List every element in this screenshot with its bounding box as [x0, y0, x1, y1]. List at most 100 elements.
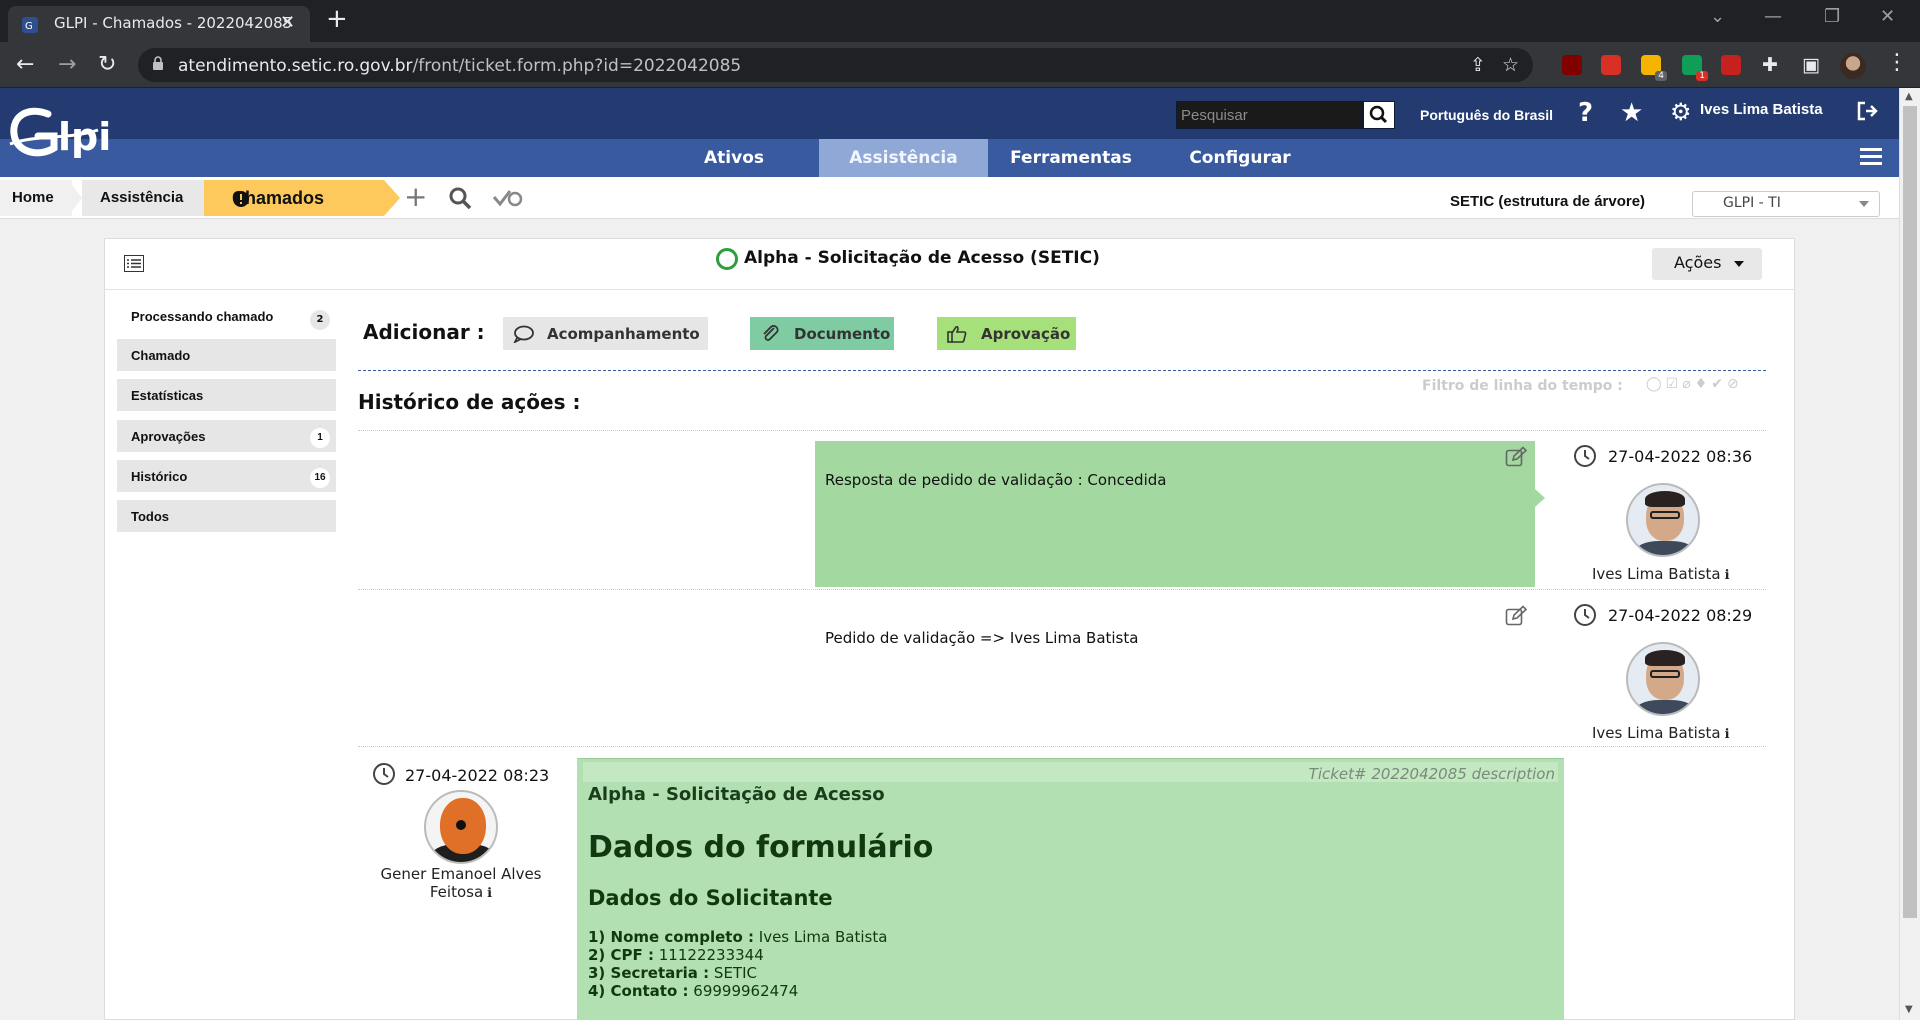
ublock-icon[interactable] — [1562, 55, 1582, 75]
clock-icon — [1574, 604, 1596, 626]
tab-close-icon[interactable]: ✕ — [280, 12, 295, 33]
filter-document-icon[interactable]: ⌀ — [1682, 376, 1694, 392]
help-icon[interactable]: ? — [1578, 98, 1593, 128]
timeline-filter-label: Filtro de linha do tempo : — [1422, 378, 1623, 394]
reload-icon[interactable]: ↻ — [98, 52, 116, 77]
sidebar-tab-aprovacoes[interactable]: Aprovações 1 — [117, 420, 336, 456]
minimize-icon[interactable]: — — [1764, 6, 1782, 27]
back-icon[interactable]: ← — [16, 52, 34, 77]
mindmap-icon[interactable]: 1 — [1682, 55, 1708, 81]
avatar[interactable] — [1626, 483, 1700, 557]
thumbs-up-icon — [947, 325, 967, 343]
avatar[interactable] — [424, 790, 498, 864]
add-followup-button[interactable]: Acompanhamento — [503, 317, 708, 350]
menu-ferramentas[interactable]: Ferramentas — [998, 139, 1144, 177]
scroll-up-icon[interactable]: ▲ — [1905, 91, 1913, 102]
form-field-line: 3) Secretaria : SETIC — [588, 964, 757, 982]
close-window-icon[interactable]: ✕ — [1880, 6, 1895, 27]
user-name-link[interactable]: Ives Lima Batista — [1700, 101, 1823, 118]
side-panel-icon[interactable]: ▣ — [1802, 54, 1820, 76]
description-subject: Alpha - Solicitação de Acesso — [588, 784, 885, 805]
search-button[interactable] — [1363, 101, 1395, 129]
edit-icon[interactable] — [1505, 446, 1527, 468]
blocker-icon[interactable] — [1601, 55, 1621, 75]
sidebar-tab-chamado[interactable]: Chamado — [117, 339, 336, 375]
bookmark-star-icon[interactable]: ☆ — [1502, 54, 1519, 76]
timeline-author[interactable]: Ives Lima Batista ℹ — [1592, 724, 1730, 742]
menu-assistencia[interactable]: Assistência — [819, 139, 988, 177]
scrollbar-thumb[interactable] — [1903, 106, 1917, 918]
browser-profile-avatar[interactable] — [1840, 53, 1866, 79]
share-icon[interactable]: ⇪ — [1470, 54, 1486, 76]
breadcrumb-assistencia[interactable]: Assistência — [82, 180, 206, 216]
browser-menu-icon[interactable]: ⋮ — [1886, 50, 1908, 75]
description-author[interactable]: Gener Emanoel Alves Feitosa ℹ — [368, 865, 554, 901]
filter-task-icon[interactable]: ☑ — [1666, 376, 1683, 392]
validation-check-icon[interactable] — [492, 188, 524, 208]
tab-search-chevron-icon[interactable]: ⌄ — [1710, 6, 1725, 27]
sidebar-tab-label: Aprovações — [131, 429, 206, 444]
filter-solution-icon[interactable]: ✔ — [1711, 376, 1727, 392]
timeline-author[interactable]: Ives Lima Batista ℹ — [1592, 565, 1730, 583]
address-bar[interactable]: atendimento.setic.ro.gov.br/front/ticket… — [138, 48, 1533, 82]
sidebar-tab-estatisticas[interactable]: Estatísticas — [117, 379, 336, 415]
filter-approval-icon[interactable]: ♦ — [1695, 376, 1712, 392]
entity-select[interactable]: GLPI - TI — [1692, 191, 1880, 217]
add-document-button[interactable]: Documento — [750, 317, 894, 350]
browser-tab[interactable]: G GLPI - Chamados - 2022042085 ✕ — [8, 6, 310, 42]
form-field-line: 2) CPF : 11122233344 — [588, 946, 764, 964]
sidebar-tab-historico[interactable]: Histórico 16 — [117, 460, 336, 496]
edit-icon[interactable] — [1505, 605, 1527, 627]
glpi-logo[interactable]: lpi — [8, 100, 124, 166]
language-link[interactable]: Português do Brasil — [1420, 107, 1553, 123]
forward-icon[interactable]: → — [58, 52, 76, 77]
restore-icon[interactable]: ❐ — [1824, 6, 1840, 27]
info-icon[interactable]: ℹ — [487, 886, 492, 901]
search-tickets-icon[interactable] — [448, 186, 472, 210]
breadcrumb-home[interactable]: Home — [0, 180, 72, 216]
menu-configurar[interactable]: Configurar — [1180, 139, 1300, 177]
page-scrollbar[interactable]: ▲ ▼ — [1899, 88, 1920, 1020]
description-date: 27-04-2022 08:23 — [405, 766, 550, 785]
history-title: Histórico de ações : — [358, 390, 581, 414]
sidebar-tab-badge: 16 — [310, 468, 330, 488]
actions-label: Ações — [1674, 253, 1722, 272]
actions-button[interactable]: Ações — [1652, 248, 1762, 280]
new-tab-icon[interactable]: + — [326, 4, 348, 34]
favorites-star-icon[interactable]: ★ — [1620, 98, 1643, 128]
hamburger-menu-icon[interactable] — [1860, 148, 1882, 166]
sidebar-tab-todos[interactable]: Todos — [117, 500, 336, 536]
extensions-puzzle-icon[interactable]: ✚ — [1762, 54, 1778, 76]
tab-title: GLPI - Chamados - 2022042085 — [54, 14, 293, 32]
menu-ativos[interactable]: Ativos — [684, 139, 784, 177]
add-ticket-icon[interactable]: + — [404, 180, 427, 213]
svg-text:lpi: lpi — [58, 115, 111, 159]
timeline-filter-icons[interactable]: ◯☑⌀♦✔⊘ — [1646, 376, 1743, 392]
logout-icon[interactable] — [1856, 100, 1880, 122]
sticky-note-icon[interactable]: 4 — [1641, 55, 1667, 81]
divider — [358, 589, 1766, 590]
scroll-down-icon[interactable]: ▼ — [1905, 1004, 1913, 1015]
info-icon[interactable]: ℹ — [1725, 568, 1730, 583]
avatar[interactable] — [1626, 642, 1700, 716]
entity-label: SETIC (estrutura de árvore) — [1450, 193, 1646, 210]
filter-refused-icon[interactable]: ⊘ — [1727, 376, 1743, 392]
pin-icon[interactable] — [1721, 55, 1741, 75]
divider — [358, 370, 1766, 371]
ticket-status-new-icon — [716, 248, 738, 270]
global-search-field[interactable] — [1176, 101, 1363, 129]
add-approval-button[interactable]: Aprovação — [937, 317, 1076, 350]
filter-followup-icon[interactable]: ◯ — [1646, 376, 1666, 392]
info-icon[interactable]: ℹ — [1725, 727, 1730, 742]
breadcrumb-arrow-icon — [384, 180, 400, 216]
sidebar-tab-label: Todos — [131, 509, 170, 524]
sidebar-title[interactable]: Processando chamado — [131, 309, 273, 324]
extension-badge: 4 — [1655, 71, 1667, 81]
search-input[interactable] — [1177, 102, 1362, 128]
comment-icon — [513, 325, 534, 343]
gear-icon[interactable]: ⚙ — [1670, 98, 1692, 126]
clock-icon — [1574, 445, 1596, 467]
url-text: atendimento.setic.ro.gov.br/front/ticket… — [178, 56, 742, 76]
breadcrumb-chamados[interactable]: Chamados — [204, 180, 384, 216]
list-view-icon[interactable] — [124, 255, 144, 272]
